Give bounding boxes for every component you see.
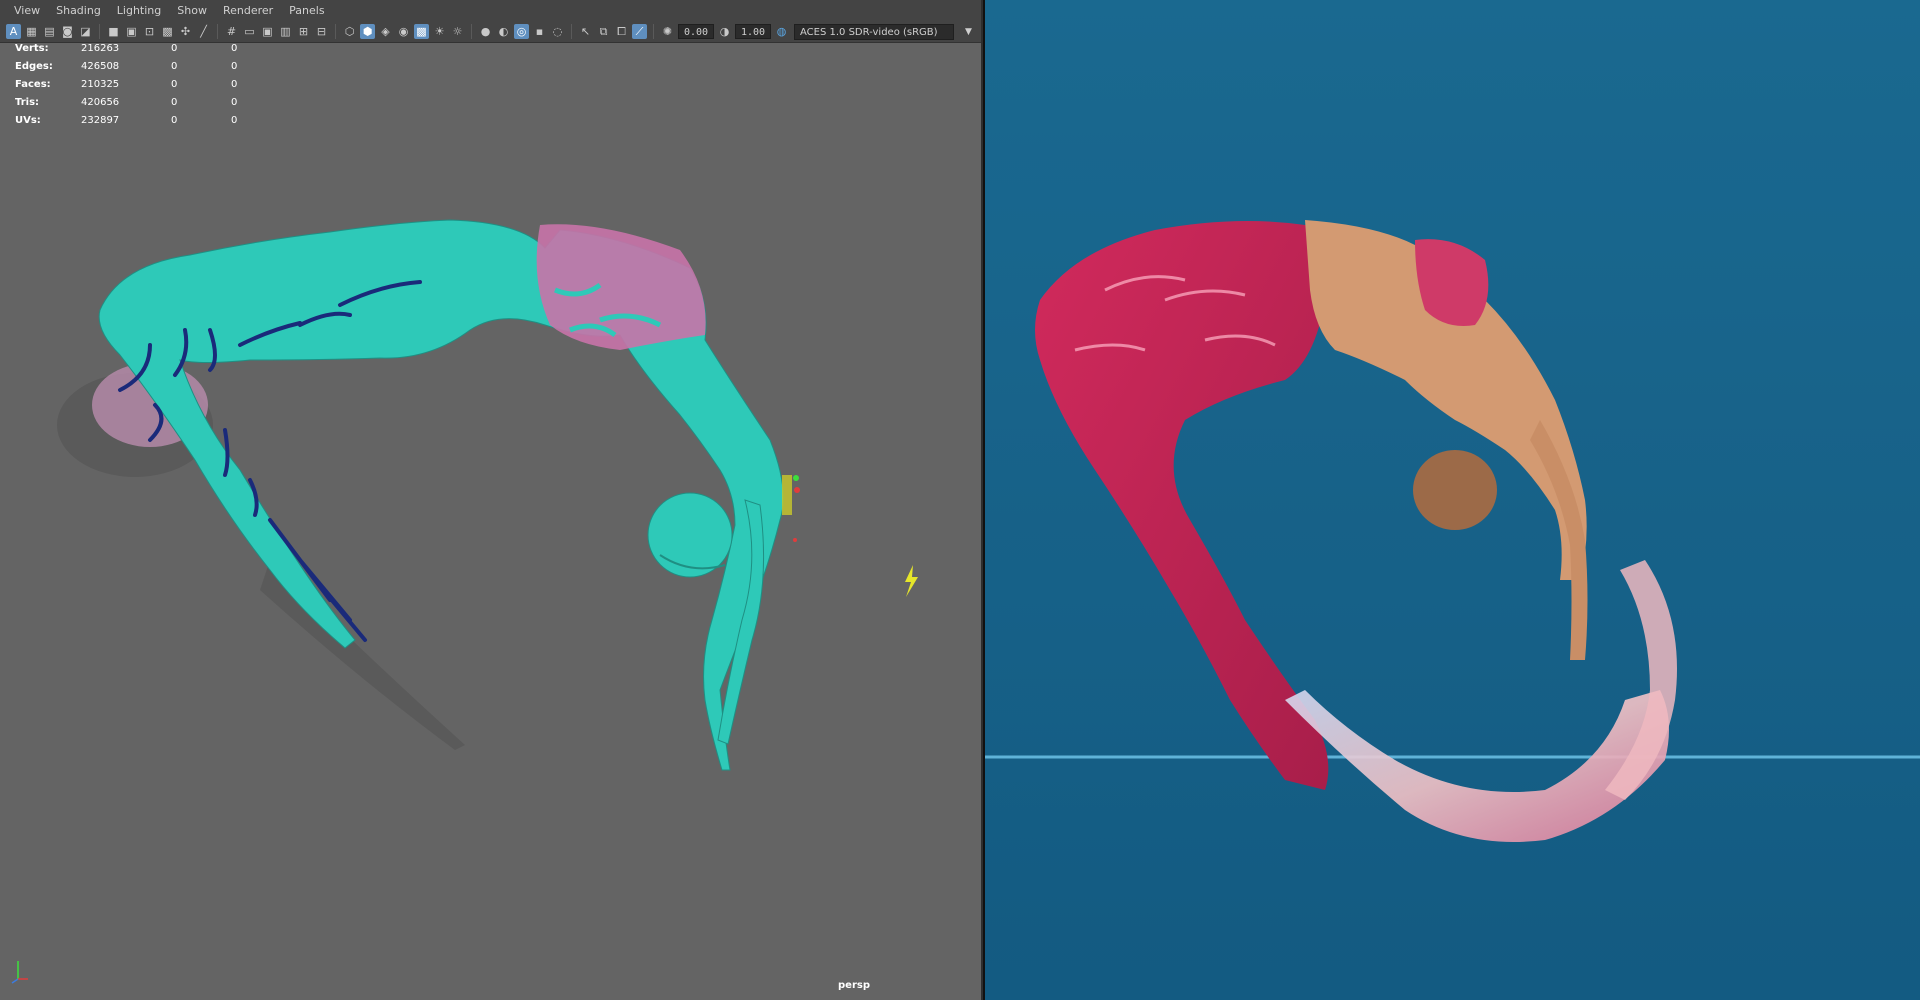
- gamma-icon[interactable]: ◑: [717, 24, 732, 39]
- menu-shading[interactable]: Shading: [50, 2, 107, 19]
- mermaid-head[interactable]: [647, 492, 733, 578]
- toolbar-divider: [571, 24, 572, 39]
- swimmer-head: [1413, 450, 1497, 530]
- toolbar-divider: [99, 24, 100, 39]
- toolbar-divider: [335, 24, 336, 39]
- viewport-menubar: View Shading Lighting Show Renderer Pane…: [0, 0, 981, 21]
- field-chart-icon[interactable]: ✣: [178, 24, 193, 39]
- view-transform-value: ACES 1.0 SDR-video (sRGB): [800, 26, 938, 38]
- menu-show[interactable]: Show: [171, 2, 213, 19]
- rotate-handle-icon[interactable]: ⟋: [632, 24, 647, 39]
- wireframe-cube-icon[interactable]: ⬡: [342, 24, 357, 39]
- xray-icon[interactable]: ▥: [278, 24, 293, 39]
- viewport-scene[interactable]: [0, 43, 983, 1000]
- rig-handle[interactable]: [793, 475, 799, 481]
- shadows-icon[interactable]: ☼: [450, 24, 465, 39]
- textures-icon[interactable]: ◉: [396, 24, 411, 39]
- rig-handle[interactable]: [794, 487, 800, 493]
- lights-icon[interactable]: ☀: [432, 24, 447, 39]
- antialiasing-icon[interactable]: ◎: [514, 24, 529, 39]
- grid-icon[interactable]: #: [224, 24, 239, 39]
- view-transform-dropdown[interactable]: ACES 1.0 SDR-video (sRGB): [794, 23, 954, 40]
- checker-icon[interactable]: ▩: [414, 24, 429, 39]
- film-gate-icon[interactable]: ▣: [124, 24, 139, 39]
- textured-icon[interactable]: ⊟: [314, 24, 329, 39]
- resolution-gate-icon[interactable]: ⊡: [142, 24, 157, 39]
- maya-viewport-panel[interactable]: View Shading Lighting Show Renderer Pane…: [0, 0, 983, 1000]
- gate-mask-icon[interactable]: ▩: [160, 24, 175, 39]
- bookmark-icon[interactable]: ▤: [42, 24, 57, 39]
- toolbar-divider: [471, 24, 472, 39]
- xray-active-icon[interactable]: ⧠: [614, 24, 629, 39]
- screen: View Shading Lighting Show Renderer Pane…: [0, 0, 1920, 1000]
- underwater-reference-image: [985, 0, 1920, 1000]
- gamma-field[interactable]: 1.00: [735, 24, 771, 39]
- wireframe-on-shaded-icon[interactable]: ⊞: [296, 24, 311, 39]
- reference-photo: [985, 0, 1920, 1000]
- safe-action-icon[interactable]: ╱: [196, 24, 211, 39]
- depth-of-field-icon[interactable]: ▪: [532, 24, 547, 39]
- light-icon[interactable]: [905, 565, 918, 597]
- toolbar-divider: [217, 24, 218, 39]
- camera-icon[interactable]: ■: [106, 24, 121, 39]
- camera-name-label: persp: [838, 980, 870, 991]
- menu-lighting[interactable]: Lighting: [111, 2, 167, 19]
- cloth-top[interactable]: [536, 224, 706, 350]
- menu-view[interactable]: View: [8, 2, 46, 19]
- toolbar-divider: [653, 24, 654, 39]
- exposure-field[interactable]: 0.00: [678, 24, 714, 39]
- menu-renderer[interactable]: Renderer: [217, 2, 279, 19]
- default-material-icon[interactable]: ◈: [378, 24, 393, 39]
- axis-gizmo-icon: [11, 961, 28, 984]
- camera-attributes-icon[interactable]: ▦: [24, 24, 39, 39]
- image-plane-icon[interactable]: ◙: [60, 24, 75, 39]
- select-mask-icon[interactable]: ↖: [578, 24, 593, 39]
- wireframe-icon[interactable]: ▭: [242, 24, 257, 39]
- two-d-pan-icon[interactable]: ◪: [78, 24, 93, 39]
- xray-joints-icon[interactable]: ⧉: [596, 24, 611, 39]
- motion-blur-icon[interactable]: ◐: [496, 24, 511, 39]
- rig-control[interactable]: [782, 475, 792, 515]
- color-management-icon[interactable]: ◍: [774, 24, 789, 39]
- exposure-icon[interactable]: ✺: [660, 24, 675, 39]
- smooth-shade-icon[interactable]: ▣: [260, 24, 275, 39]
- chevron-down-icon[interactable]: ▼: [965, 27, 972, 37]
- isolate-icon[interactable]: ◌: [550, 24, 565, 39]
- ambient-occlusion-icon[interactable]: ●: [478, 24, 493, 39]
- menu-panels[interactable]: Panels: [283, 2, 330, 19]
- shaded-cube-icon[interactable]: ⬢: [360, 24, 375, 39]
- rig-handle[interactable]: [793, 538, 797, 542]
- select-camera-icon[interactable]: A: [6, 24, 21, 39]
